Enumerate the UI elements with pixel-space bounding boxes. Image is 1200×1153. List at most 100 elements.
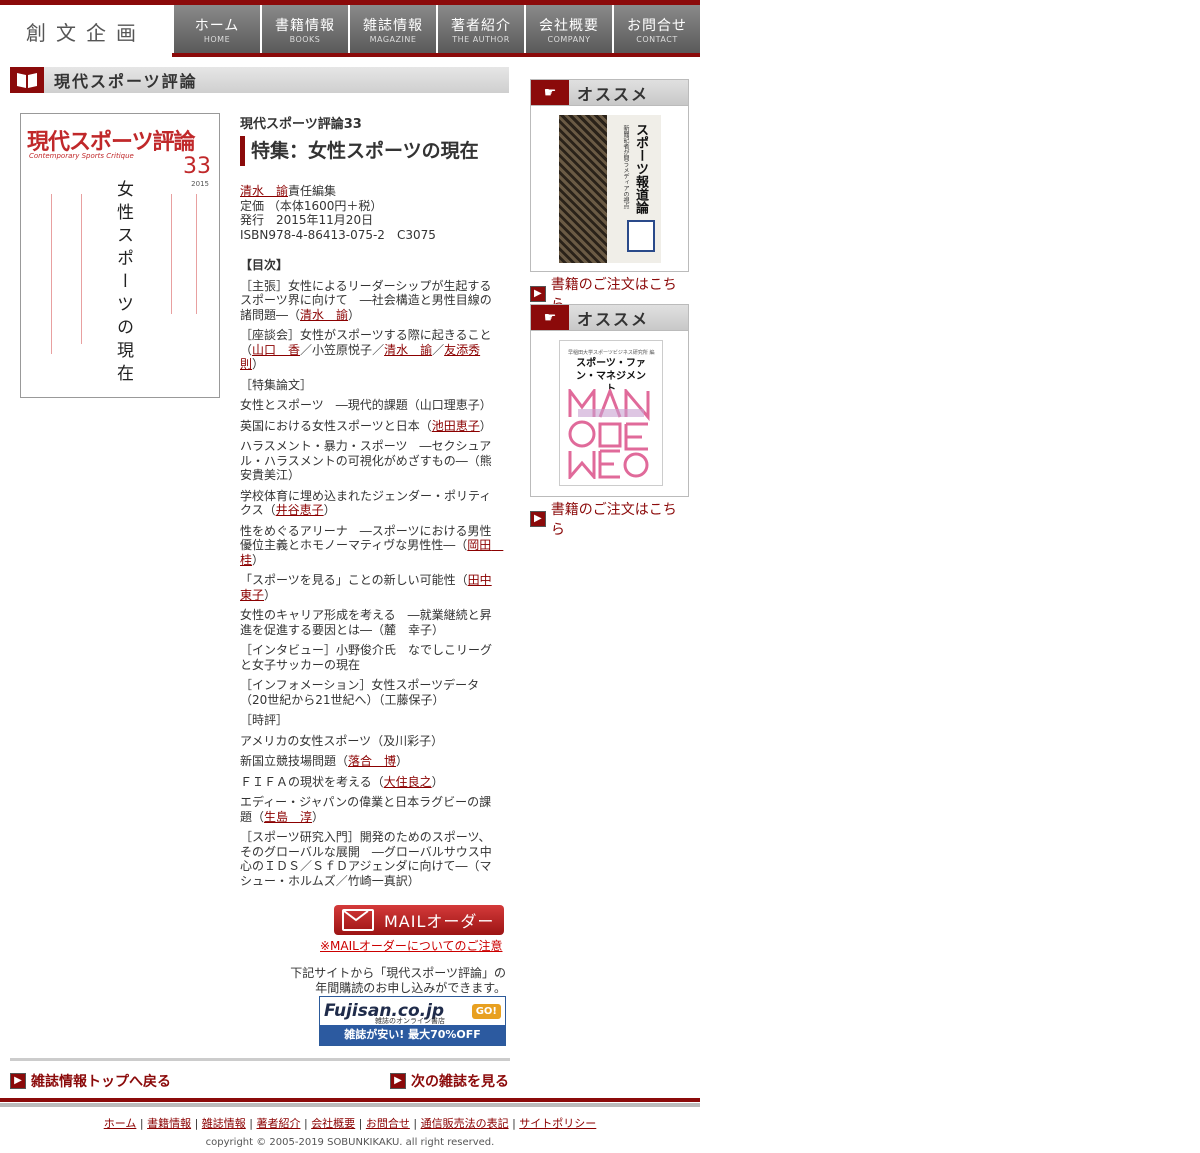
toc-text: ） <box>348 307 361 322</box>
toc-text: ［スポーツ研究入門］開発のためのスポーツ、そのグローバルな展開 ―グローバルサウ… <box>240 830 492 888</box>
content-divider <box>10 1058 510 1061</box>
toc-item: エディー・ジャパンの偉業と日本ラグビーの課題（生島 淳） <box>240 795 502 824</box>
copyright: copyright © 2005-2019 SOBUNKIKAKU. all r… <box>205 1137 495 1148</box>
mail-order-button[interactable]: MAILオーダー <box>334 905 504 935</box>
mail-order-note-link[interactable]: ※MAILオーダーについてのご注意 <box>320 937 502 954</box>
nav-label: 雑誌情報 <box>363 17 423 34</box>
cover-year: 2015 <box>191 180 209 188</box>
toc-text: 女性のキャリア形成を考える ―就業継続と昇進を促進する要因とは―（麓 幸子） <box>240 608 492 637</box>
subscription-text: 下記サイトから「現代スポーツ評論」の <box>290 966 506 980</box>
toc-text: 新国立競技場問題（ <box>240 754 349 768</box>
editor-link[interactable]: 清水 諭 <box>240 184 288 198</box>
footer-line <box>0 1103 700 1107</box>
nav-sublabel: THE AUTHOR <box>452 34 510 44</box>
editor-role: 責任編集 <box>288 184 337 198</box>
nav-label: お問合せ <box>627 17 687 34</box>
toc-text: 英国における女性スポーツと日本（ <box>240 418 432 433</box>
subscription-text: 年間購読のお申し込みができます。 <box>315 980 506 995</box>
magazine-cover: 現代スポーツ評論 Contemporary Sports Critique 33… <box>20 113 220 398</box>
footer-link-company[interactable]: 会社概要 <box>311 1117 355 1130</box>
nav-label: 書籍情報 <box>275 17 335 34</box>
isbn: ISBN978-4-86413-075-2 C3075 <box>240 227 436 242</box>
nav-home[interactable]: ホーム HOME <box>172 5 260 53</box>
toc-text: ［主張］女性によるリーダーシップが生起するスポーツ界に向けて ―社会構造と男性目… <box>240 278 492 322</box>
nav-sublabel: MAGAZINE <box>369 34 417 44</box>
next-magazine-link[interactable]: ▶ 次の雑誌を見る <box>390 1071 509 1091</box>
book-top-text: 早稲田大学スポーツビジネス研究所 編 <box>568 350 655 356</box>
footer-link-contact[interactable]: お問合せ <box>366 1117 410 1130</box>
mail-order-label: MAILオーダー <box>384 912 495 931</box>
fujisan-sale-text: 雑誌が安い! 最大70%OFF <box>320 1025 505 1045</box>
toc-text: 小笠原悦子 <box>312 342 373 357</box>
fujisan-banner[interactable]: Fujisan.co.jp GO! 雑誌のオンライン書店 雑誌が安い! 最大70… <box>319 996 506 1046</box>
toc-text: ） <box>312 809 325 824</box>
nav-sublabel: BOOKS <box>289 34 321 44</box>
toc-text: ［インタビュー］小野俊介氏 なでしこリーグと女子サッカーの現在 <box>240 643 493 672</box>
toc-item: 性をめぐるアリーナ ―スポーツにおける男性優位主義とホモノーマティヴな男性性―（… <box>240 523 503 568</box>
cover-subtitle: Contemporary Sports Critique <box>29 152 134 160</box>
nav-author[interactable]: 著者紹介 THE AUTHOR <box>436 5 524 53</box>
nav-label: 会社概要 <box>539 17 599 34</box>
press-badge-icon <box>627 220 655 252</box>
toc-text: 性をめぐるアリーナ ―スポーツにおける男性優位主義とホモノーマティヴな男性性―（ <box>240 523 492 553</box>
author-link[interactable]: 清水 諭 <box>384 343 432 357</box>
recommend-book-image[interactable]: スポーツ報道論 新聞記者が問うメディアの視点 <box>530 106 689 272</box>
order-link[interactable]: ▶ 書籍のご注文はこちら <box>530 499 689 539</box>
toc-text: アメリカの女性スポーツ（及川彩子） <box>240 733 444 748</box>
issued-date: 発行 2015年11月20日 <box>240 213 374 227</box>
author-link[interactable]: 清水 諭 <box>300 308 348 322</box>
footer-link-home[interactable]: ホーム <box>104 1117 137 1130</box>
author-link[interactable]: 生島 淳 <box>264 810 312 824</box>
section-title: 現代スポーツ評論 <box>54 72 198 91</box>
nav-magazine[interactable]: 雑誌情報 MAGAZINE <box>348 5 436 53</box>
cover-decoration <box>81 194 82 344</box>
footer-line <box>0 1098 700 1102</box>
open-book-icon <box>10 67 44 93</box>
back-to-magazine-top[interactable]: ▶ 雑誌情報トップへ戻る <box>10 1071 171 1091</box>
main-nav: ホーム HOME 書籍情報 BOOKS 雑誌情報 MAGAZINE 著者紹介 THE A… <box>172 5 700 53</box>
footer-nav: ホーム | 書籍情報 | 雑誌情報 | 著者紹介 | 会社概要 | お問合せ |… <box>103 1117 597 1130</box>
toc-text: ） <box>396 754 409 768</box>
nav-sublabel: CONTACT <box>636 34 678 44</box>
site-logo[interactable]: 創文企画 <box>0 5 172 57</box>
cover-vertical-title: 女性スポーツの現在 <box>113 180 133 387</box>
cover-decoration <box>196 194 197 314</box>
hand-pointer-icon: ☛ <box>531 305 569 330</box>
toc-item: ［座談会］女性がスポーツする際に起きること（山口 香／小笠原悦子／清水 諭／友添… <box>240 328 492 371</box>
hand-pointer-icon: ☛ <box>531 80 569 105</box>
toc-item: 学校体育に埋め込まれたジェンダー・ポリティクス（井谷恵子） <box>240 489 502 518</box>
footer-link-commerce-law[interactable]: 通信販売法の表記 <box>421 1117 509 1130</box>
feature-title: 特集：女性スポーツの現在 <box>240 136 479 166</box>
nav-sublabel: COMPANY <box>547 34 591 44</box>
author-link[interactable]: 山口 香 <box>252 343 300 357</box>
toc-item: 英国における女性スポーツと日本（池田恵子） <box>240 419 502 434</box>
toc-text: ） <box>252 357 265 371</box>
recommend-box-2: ☛ オススメ 早稲田大学スポーツビジネス研究所 編 スポーツ・ファン・マネジメン… <box>530 304 689 539</box>
recommend-book-image[interactable]: 早稲田大学スポーツビジネス研究所 編 スポーツ・ファン・マネジメント <box>530 331 689 497</box>
toc-item: 「スポーツを見る」ことの新しい可能性（田中東子） <box>240 573 502 602</box>
footer-link-books[interactable]: 書籍情報 <box>147 1117 191 1130</box>
footer-link-site-policy[interactable]: サイトポリシー <box>519 1117 596 1130</box>
footer-link-author[interactable]: 著者紹介 <box>256 1117 300 1130</box>
envelope-icon <box>342 909 374 931</box>
toc-text: ＦＩＦＡの現状を考える（ <box>240 774 384 789</box>
fujisan-go-button: GO! <box>471 1003 501 1019</box>
back-label: 雑誌情報トップへ戻る <box>31 1074 171 1090</box>
nav-company[interactable]: 会社概要 COMPANY <box>524 5 612 53</box>
next-label: 次の雑誌を見る <box>411 1074 509 1090</box>
author-link[interactable]: 池田恵子 <box>432 419 480 433</box>
footer-link-magazine[interactable]: 雑誌情報 <box>202 1117 246 1130</box>
author-link[interactable]: 井谷恵子 <box>276 503 324 517</box>
author-link[interactable]: 落合 博 <box>348 754 396 768</box>
toc-item: 女性のキャリア形成を考える ―就業継続と昇進を促進する要因とは―（麓 幸子） <box>240 608 502 637</box>
nav-contact[interactable]: お問合せ CONTACT <box>612 5 700 53</box>
author-link[interactable]: 大住良之 <box>384 775 432 789</box>
recommend-header: ☛ オススメ <box>530 79 689 106</box>
toc-item: ［特集論文］ <box>240 378 502 393</box>
book-title: スポーツ報道論 <box>633 123 648 214</box>
nav-books[interactable]: 書籍情報 BOOKS <box>260 5 348 53</box>
toc-item: ［スポーツ研究入門］開発のためのスポーツ、そのグローバルな展開 ―グローバルサウ… <box>240 830 502 888</box>
nav-sublabel: HOME <box>203 34 231 44</box>
cover-number: 33 <box>183 154 211 179</box>
toc-text: 「スポーツを見る」ことの新しい可能性（ <box>240 573 468 587</box>
